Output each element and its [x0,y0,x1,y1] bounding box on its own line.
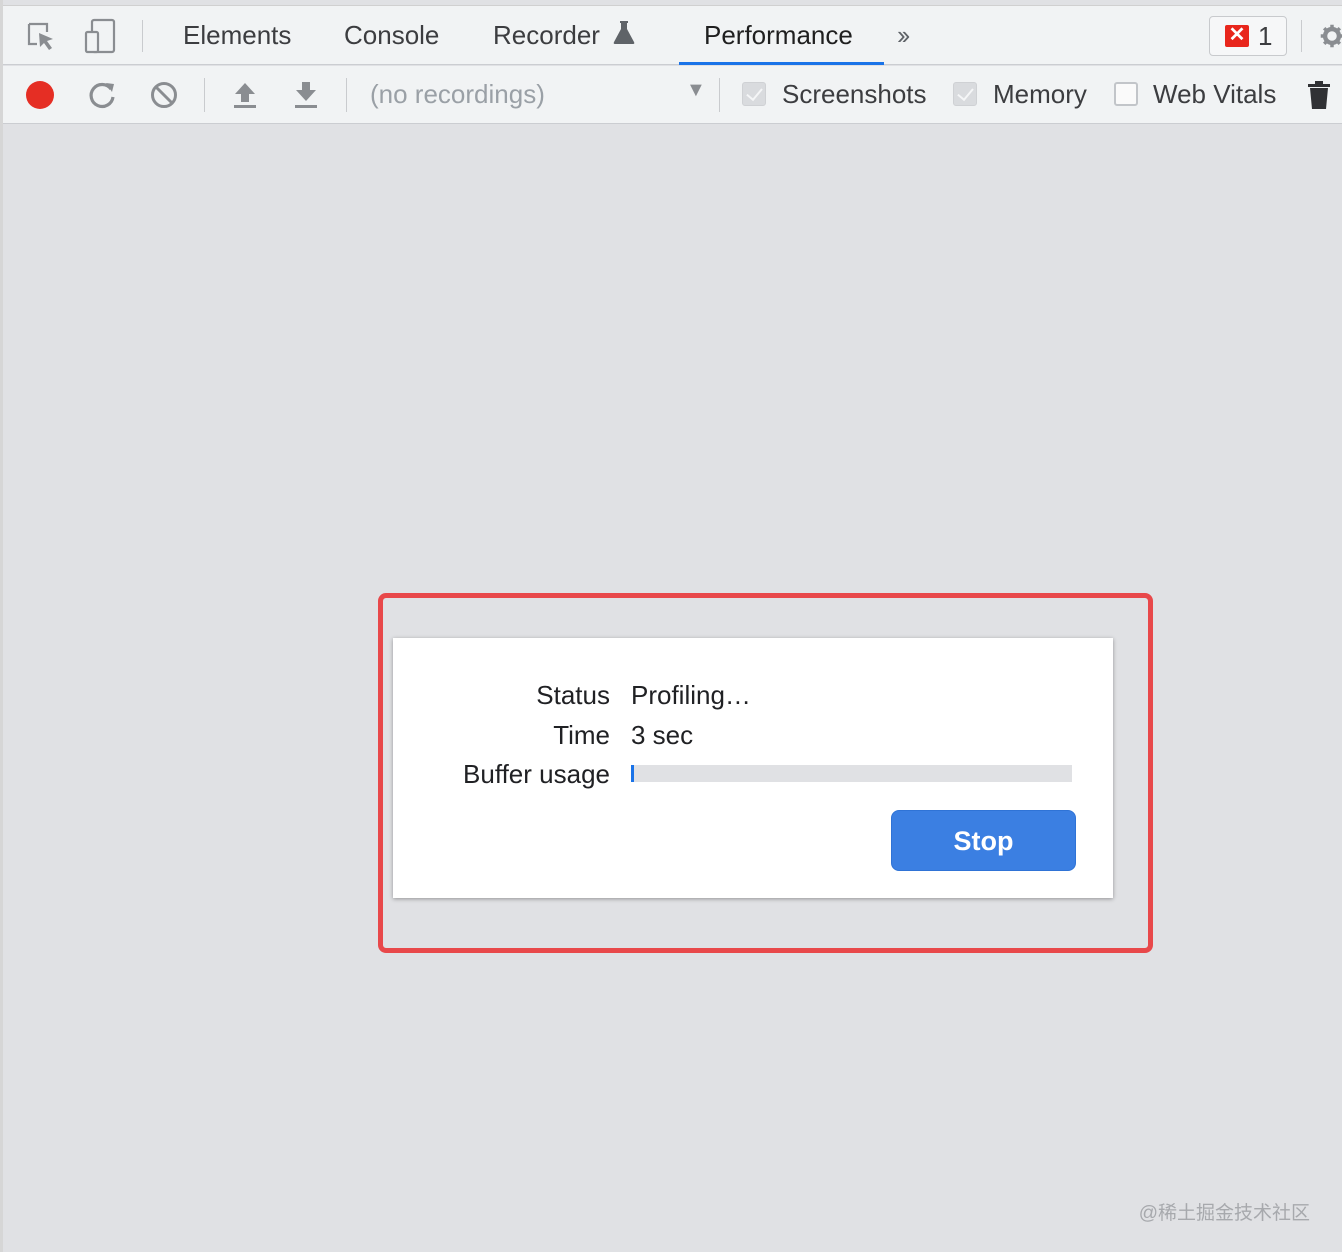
screenshots-checkbox[interactable] [742,82,766,106]
error-counter-badge[interactable]: ✕ 1 [1209,16,1287,56]
memory-label[interactable]: Memory [993,66,1087,123]
status-label: Status [536,680,610,710]
garbage-collect-button[interactable] [1300,76,1338,114]
time-value: 3 sec [631,720,694,750]
record-button[interactable] [21,76,59,114]
reload-icon [89,82,115,109]
devtools-tab-bar: Elements Console Recorder Performance ››… [3,5,1342,65]
clear-button[interactable] [145,76,183,114]
performance-toolbar: (no recordings) ▼ Screenshots Memory Web… [3,66,1342,124]
inspect-element-icon[interactable] [22,16,60,56]
status-value: Profiling… [631,680,751,710]
error-icon: ✕ [1225,25,1249,47]
divider [204,78,205,112]
buffer-usage-bar [631,765,1072,782]
buffer-usage-fill [631,765,635,782]
divider [142,20,143,52]
profiling-status-dialog: Status Profiling… Time 3 sec Buffer usag… [393,638,1113,898]
memory-checkbox[interactable] [953,82,977,106]
dropdown-caret-icon[interactable]: ▼ [686,79,706,102]
upload-icon [234,83,256,108]
record-icon [26,81,54,109]
more-tabs-chevron-icon[interactable]: ›› [897,20,910,51]
watermark-text: @稀土掘金技术社区 [1138,1203,1310,1224]
load-profile-button[interactable] [226,76,264,114]
web-vitals-label[interactable]: Web Vitals [1153,66,1276,123]
buffer-usage-label: Buffer usage [463,759,610,789]
web-vitals-checkbox[interactable] [1114,82,1138,106]
settings-gear-icon[interactable] [1319,16,1342,56]
tab-recorder-label: Recorder [493,20,600,50]
tab-console[interactable]: Console [344,6,439,65]
tab-recorder[interactable]: Recorder [493,6,635,65]
error-count: 1 [1258,21,1273,51]
divider [719,78,720,112]
tab-elements[interactable]: Elements [183,6,291,65]
save-profile-button[interactable] [287,76,325,114]
devtools-window: Elements Console Recorder Performance ››… [0,0,1342,1252]
download-icon [295,82,317,108]
device-toolbar-icon[interactable] [81,16,119,56]
tab-performance[interactable]: Performance [704,6,853,65]
divider [1301,20,1302,52]
reload-record-button[interactable] [83,76,121,114]
experiment-flask-icon [613,21,635,45]
screenshots-label[interactable]: Screenshots [782,66,927,123]
divider [346,78,347,112]
active-tab-indicator [679,62,884,65]
clear-icon [151,82,177,108]
time-label: Time [553,720,610,750]
recordings-dropdown[interactable]: (no recordings) [370,66,545,123]
trash-icon [1308,81,1330,109]
stop-button[interactable]: Stop [891,810,1076,871]
